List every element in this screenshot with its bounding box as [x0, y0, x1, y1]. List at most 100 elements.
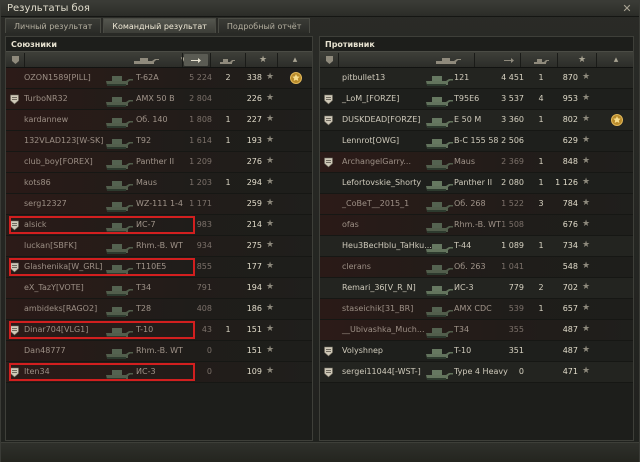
- damage-column-icon[interactable]: [184, 54, 208, 66]
- clan-column-icon[interactable]: [9, 54, 21, 66]
- player-name[interactable]: Heu3BecHblu_TaHku...: [342, 241, 432, 250]
- player-row[interactable]: serg12327 WZ-111 1-4 1 171 259 ★: [6, 194, 312, 215]
- player-row[interactable]: pitbullet13 121 4 451 1 870 ★: [320, 68, 633, 89]
- player-row[interactable]: staseichik[31_BR] AMX CDC 539 1 657 ★: [320, 299, 633, 320]
- tank-name: AMX 50 B: [136, 94, 175, 103]
- star-icon: ★: [266, 156, 275, 166]
- player-name[interactable]: __Ubivashka_Much...: [342, 325, 425, 334]
- player-row[interactable]: Remari_36[V_R_N] ИС-3 779 2 702 ★: [320, 278, 633, 299]
- tank-icon: [424, 238, 454, 255]
- player-row[interactable]: alsick ИС-7 983 214 ★: [6, 215, 312, 236]
- medal-column-icon[interactable]: ▴: [288, 54, 302, 66]
- damage-value: 0: [206, 367, 212, 376]
- xp-column-icon[interactable]: ★: [256, 54, 270, 66]
- damage-value: 779: [508, 283, 524, 292]
- tank-column-icon[interactable]: [128, 54, 164, 66]
- xp-column-icon[interactable]: ★: [575, 54, 589, 66]
- player-name[interactable]: club_boy[FOREX]: [24, 157, 93, 166]
- star-icon: ★: [266, 261, 275, 271]
- player-name[interactable]: eX_TazY[VOTE]: [24, 283, 84, 292]
- player-row[interactable]: Dan48777 Rhm.-B. WT 0 151 ★: [6, 341, 312, 362]
- player-row[interactable]: Lennrot[OWG] В-С 155 58 2 506 629 ★: [320, 131, 633, 152]
- xp-value: 214: [246, 220, 262, 229]
- damage-value: 1 203: [189, 178, 212, 187]
- damage-column-icon[interactable]: [500, 54, 518, 66]
- allies-column-header: ▾ ★ ▴: [6, 51, 312, 68]
- player-name[interactable]: 132VLAD123[W-SK]: [24, 136, 103, 145]
- player-name[interactable]: ambideks[RAGO2]: [24, 304, 97, 313]
- player-name[interactable]: kardannew: [24, 115, 68, 124]
- player-row[interactable]: _LoM_[FORZE] T95E6 3 537 4 953 ★: [320, 89, 633, 110]
- player-name[interactable]: alsick: [24, 220, 47, 229]
- xp-value: 276: [246, 157, 262, 166]
- player-name[interactable]: OZON1589[PILL]: [24, 73, 91, 82]
- close-icon[interactable]: ✕: [621, 3, 633, 15]
- player-name[interactable]: Lennrot[OWG]: [342, 136, 399, 145]
- player-name[interactable]: pitbullet13: [342, 73, 385, 82]
- star-icon: ★: [266, 114, 275, 124]
- player-row[interactable]: eX_TazY[VOTE] T34 791 194 ★: [6, 278, 312, 299]
- player-row[interactable]: Volyshnep T-10 351 487 ★: [320, 341, 633, 362]
- player-name[interactable]: sergei11044[-WST-]: [342, 367, 421, 376]
- player-name[interactable]: Iten34: [24, 367, 50, 376]
- player-row[interactable]: kots86 Maus 1 203 1 294 ★: [6, 173, 312, 194]
- tab-detailed-report[interactable]: Подробный отчёт: [217, 18, 311, 33]
- player-row[interactable]: luckan[SBFK] Rhm.-B. WT 934 275 ★: [6, 236, 312, 257]
- player-row[interactable]: ambideks[RAGO2] T28 408 186 ★: [6, 299, 312, 320]
- player-row[interactable]: Iten34 ИС-3 0 109 ★: [6, 362, 312, 383]
- damage-value: 2 804: [189, 94, 212, 103]
- tank-name: Maus: [454, 157, 476, 166]
- player-row[interactable]: OZON1589[PILL] T-62A 5 224 2 338 ★: [6, 68, 312, 89]
- player-row[interactable]: Heu3BecHblu_TaHku... T-44 1 089 1 734 ★: [320, 236, 633, 257]
- medal-column-icon[interactable]: ▴: [609, 54, 623, 66]
- star-icon: ★: [582, 93, 591, 103]
- player-row[interactable]: clerans Об. 263 1 041 548 ★: [320, 257, 633, 278]
- player-row[interactable]: ofas Rhm.-B. WT 1 508 676 ★: [320, 215, 633, 236]
- player-name[interactable]: staseichik[31_BR]: [342, 304, 413, 313]
- star-icon: ★: [582, 303, 591, 313]
- player-name[interactable]: serg12327: [24, 199, 67, 208]
- player-name[interactable]: _CoBeT__2015_1: [342, 199, 409, 208]
- player-name[interactable]: DUSKDEAD[FORZE]: [342, 115, 420, 124]
- player-row[interactable]: Lefortovskie_Shorty Panther II 2 080 1 1 126…: [320, 173, 633, 194]
- tab-personal-result[interactable]: Личный результат: [5, 18, 102, 33]
- clan-column-icon[interactable]: [323, 54, 335, 66]
- player-row[interactable]: TurboNR32 AMX 50 B 2 804 226 ★: [6, 89, 312, 110]
- player-row[interactable]: club_boy[FOREX] Panther II 1 209 276 ★: [6, 152, 312, 173]
- player-name[interactable]: TurboNR32: [24, 94, 68, 103]
- player-name[interactable]: Dan48777: [24, 346, 66, 355]
- tank-icon: [104, 322, 134, 339]
- player-row[interactable]: kardannew Об. 140 1 808 1 227 ★: [6, 110, 312, 131]
- xp-value: 629: [562, 136, 578, 145]
- player-row[interactable]: DUSKDEAD[FORZE] E 50 M 3 360 1 802 ★: [320, 110, 633, 131]
- player-name[interactable]: clerans: [342, 262, 371, 271]
- player-name[interactable]: Glashenika[W_GRL]: [24, 262, 103, 271]
- kills-column-icon[interactable]: [526, 54, 556, 66]
- player-row[interactable]: 132VLAD123[W-SK] T92 1 614 1 193 ★: [6, 131, 312, 152]
- player-row[interactable]: sergei11044[-WST-] Type 4 Heavy 0 471 ★: [320, 362, 633, 383]
- player-name[interactable]: ArchangelGarry...: [342, 157, 411, 166]
- player-row[interactable]: ArchangelGarry... Maus 2 369 1 848 ★: [320, 152, 633, 173]
- player-name[interactable]: ofas: [342, 220, 359, 229]
- player-name[interactable]: luckan[SBFK]: [24, 241, 77, 250]
- player-name[interactable]: Lefortovskie_Shorty: [342, 178, 421, 187]
- tank-icon: [424, 343, 454, 360]
- xp-value: 734: [562, 241, 578, 250]
- player-name[interactable]: Volyshnep: [342, 346, 383, 355]
- xp-value: 784: [562, 199, 578, 208]
- xp-value: 275: [246, 241, 262, 250]
- tank-column-icon[interactable]: [430, 54, 466, 66]
- player-row[interactable]: __Ubivashka_Much... T34 355 487 ★: [320, 320, 633, 341]
- medal-icon[interactable]: [289, 71, 303, 85]
- player-name[interactable]: Dinar704[VLG1]: [24, 325, 88, 334]
- kills-column-icon[interactable]: [212, 54, 242, 66]
- player-name[interactable]: _LoM_[FORZE]: [342, 94, 399, 103]
- player-name[interactable]: Remari_36[V_R_N]: [342, 283, 416, 292]
- player-row[interactable]: Glashenika[W_GRL] T110E5 855 177 ★: [6, 257, 312, 278]
- player-name[interactable]: kots86: [24, 178, 51, 187]
- player-row[interactable]: Dinar704[VLG1] T-10 43 1 151 ★: [6, 320, 312, 341]
- player-row[interactable]: _CoBeT__2015_1 Об. 268 1 522 3 784 ★: [320, 194, 633, 215]
- window-title: Результаты боя: [7, 3, 90, 14]
- tab-team-result[interactable]: Командный результат: [103, 18, 216, 33]
- medal-icon[interactable]: [610, 113, 624, 127]
